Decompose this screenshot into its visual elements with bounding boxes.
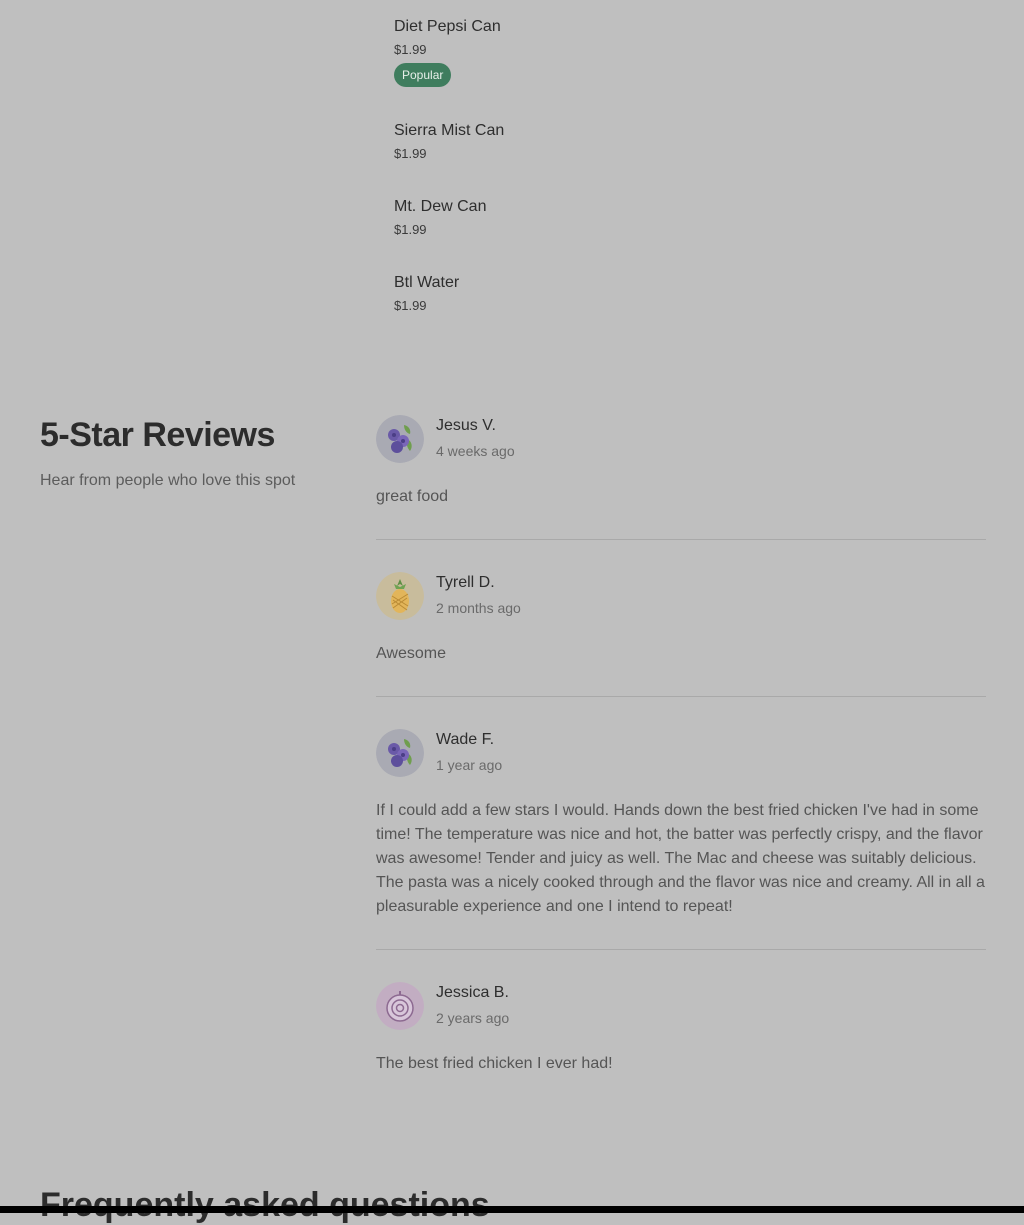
review-date: 1 year ago — [436, 757, 503, 773]
review-text: If I could add a few stars I would. Hand… — [376, 802, 985, 915]
onion-icon — [376, 982, 424, 1030]
avatar — [376, 729, 424, 777]
avatar — [376, 982, 424, 1030]
menu-item-name: Mt. Dew Can — [394, 198, 487, 215]
blueberry-icon — [376, 415, 424, 463]
pineapple-icon — [376, 572, 424, 620]
bottom-edge-bar — [0, 1206, 1024, 1213]
review-divider — [376, 539, 986, 540]
review-text: The best fried chicken I ever had! — [376, 1055, 613, 1072]
review-text: great food — [376, 488, 449, 505]
avatar — [376, 572, 424, 620]
review-date: 2 years ago — [436, 1010, 510, 1026]
menu-item[interactable]: Sierra Mist Can $1.99 — [394, 122, 504, 161]
menu-item-price: $1.99 — [394, 42, 427, 57]
reviewer-name: Jessica B. — [436, 984, 509, 1001]
review-divider — [376, 696, 986, 697]
menu-item[interactable]: Btl Water $1.99 — [394, 274, 459, 313]
menu-item-price: $1.99 — [394, 222, 427, 237]
review-date: 2 months ago — [436, 600, 521, 616]
blueberry-icon — [376, 729, 424, 777]
menu-item-name: Btl Water — [394, 274, 460, 291]
avatar — [376, 415, 424, 463]
review-date: 4 weeks ago — [436, 443, 515, 459]
review-text: Awesome — [376, 645, 446, 662]
reviews-title: 5-Star Reviews — [40, 416, 275, 454]
menu-item[interactable]: Diet Pepsi Can $1.99 Popular — [394, 18, 501, 87]
menu-item-price: $1.99 — [394, 146, 427, 161]
popular-badge: Popular — [394, 63, 452, 87]
review-divider — [376, 949, 986, 950]
menu-item-price: $1.99 — [394, 298, 427, 313]
menu-item-name: Diet Pepsi Can — [394, 18, 501, 35]
reviewer-name: Jesus V. — [436, 417, 496, 434]
reviewer-name: Tyrell D. — [436, 574, 495, 591]
menu-item-name: Sierra Mist Can — [394, 122, 505, 139]
menu-item[interactable]: Mt. Dew Can $1.99 — [394, 198, 486, 237]
reviews-subtitle: Hear from people who love this spot — [40, 472, 296, 489]
reviewer-name: Wade F. — [436, 731, 495, 748]
